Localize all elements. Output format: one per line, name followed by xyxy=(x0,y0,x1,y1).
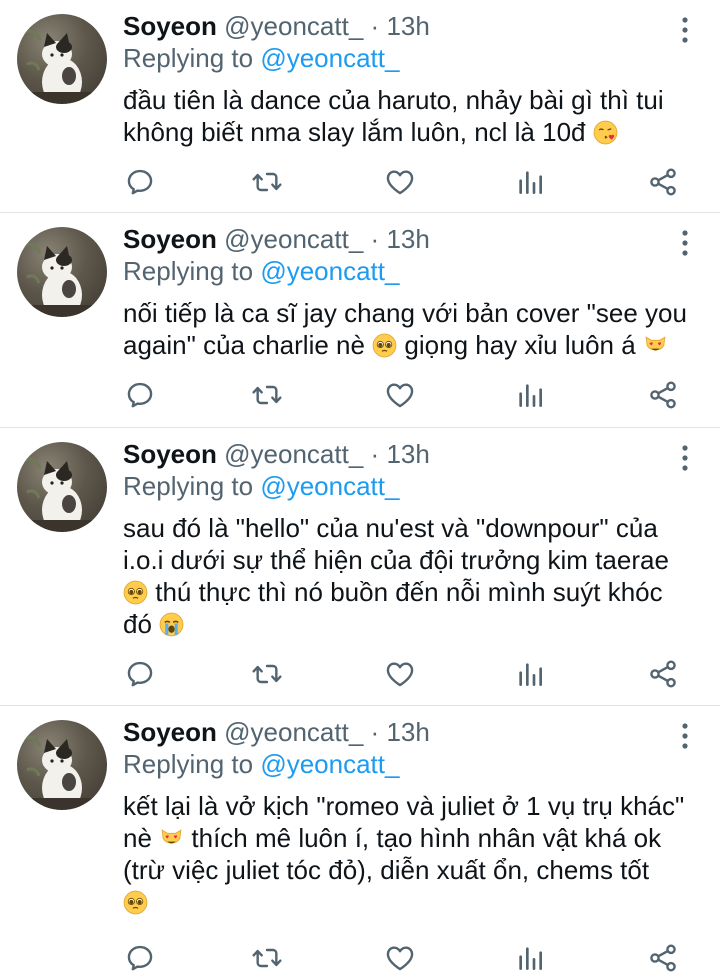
reply-icon[interactable] xyxy=(123,658,157,690)
timestamp[interactable]: 13h xyxy=(386,11,429,41)
like-icon[interactable] xyxy=(383,379,417,411)
tweet-header: Soyeon @yeoncatt_ · 13h xyxy=(123,223,690,255)
analytics-icon[interactable] xyxy=(513,658,547,690)
author-handle[interactable]: @yeoncatt_ xyxy=(224,439,363,469)
replying-to-link[interactable]: @yeoncatt_ xyxy=(260,43,399,73)
tweet-text-line: đó xyxy=(123,609,152,639)
tweet-header: Soyeon @yeoncatt_ · 13h xyxy=(123,438,690,470)
replying-label: Replying to xyxy=(123,749,254,779)
retweet-icon[interactable] xyxy=(250,379,284,411)
tweet[interactable]: Soyeon @yeoncatt_ · 13h Replying to @yeo… xyxy=(0,0,720,213)
action-bar xyxy=(123,166,680,198)
replying-to: Replying to @yeoncatt_ xyxy=(123,255,690,287)
avatar[interactable] xyxy=(17,442,107,532)
share-icon[interactable] xyxy=(646,379,680,411)
action-bar xyxy=(123,942,680,974)
like-icon[interactable] xyxy=(383,166,417,198)
reply-icon[interactable] xyxy=(123,942,157,974)
tweet-text-line: thú thực thì nó buồn đến nỗi mình suýt k… xyxy=(155,577,663,607)
heart-eyes-cat-emoji xyxy=(645,336,666,351)
tweet-text-line: đầu tiên là dance của haruto, nhảy bài g… xyxy=(123,85,664,115)
tweet-header: Soyeon @yeoncatt_ · 13h xyxy=(123,716,690,748)
separator-dot: · xyxy=(370,11,380,41)
heart-eyes-cat-emoji xyxy=(161,829,182,844)
pleading-face-emoji xyxy=(372,333,397,358)
avatar[interactable] xyxy=(17,720,107,810)
tweet-text: nối tiếp là ca sĩ jay chang với bản cove… xyxy=(123,297,690,361)
replying-to-link[interactable]: @yeoncatt_ xyxy=(260,471,399,501)
separator-dot: · xyxy=(370,439,380,469)
replying-to: Replying to @yeoncatt_ xyxy=(123,470,690,502)
tweet[interactable]: Soyeon @yeoncatt_ · 13h Replying to @yeo… xyxy=(0,706,720,975)
timestamp[interactable]: 13h xyxy=(386,439,429,469)
more-options-icon[interactable] xyxy=(680,444,690,472)
author-name[interactable]: Soyeon xyxy=(123,439,217,469)
analytics-icon[interactable] xyxy=(513,942,547,974)
avatar[interactable] xyxy=(17,227,107,317)
tweet-text-line: kết lại là vở kịch "romeo và juliet ở 1 … xyxy=(123,791,685,821)
tweet-text: kết lại là vở kịch "romeo và juliet ở 1 … xyxy=(123,790,690,918)
tweet-text: đầu tiên là dance của haruto, nhảy bài g… xyxy=(123,84,690,148)
pleading-face-emoji xyxy=(123,890,148,915)
analytics-icon[interactable] xyxy=(513,379,547,411)
tweet-text: sau đó là "hello" của nu'est và "downpou… xyxy=(123,512,690,640)
author-name[interactable]: Soyeon xyxy=(123,717,217,747)
tweet-text-line: i.o.i dưới sự thể hiện của đội trưởng ki… xyxy=(123,545,669,575)
replying-to: Replying to @yeoncatt_ xyxy=(123,42,690,74)
author-handle[interactable]: @yeoncatt_ xyxy=(224,11,363,41)
more-options-icon[interactable] xyxy=(680,722,690,750)
separator-dot: · xyxy=(370,717,380,747)
tweet-text-line: (trừ việc juliet tóc đỏ), diễn xuất ổn, … xyxy=(123,855,650,885)
timestamp[interactable]: 13h xyxy=(386,224,429,254)
loudly-crying-face-emoji xyxy=(159,612,184,637)
reply-icon[interactable] xyxy=(123,379,157,411)
replying-label: Replying to xyxy=(123,43,254,73)
share-icon[interactable] xyxy=(646,166,680,198)
retweet-icon[interactable] xyxy=(250,658,284,690)
action-bar xyxy=(123,379,680,411)
retweet-icon[interactable] xyxy=(250,166,284,198)
tweet-text-line: thích mê luôn í, tạo hình nhân vật khá o… xyxy=(191,823,662,853)
replying-label: Replying to xyxy=(123,256,254,286)
analytics-icon[interactable] xyxy=(513,166,547,198)
replying-to: Replying to @yeoncatt_ xyxy=(123,748,690,780)
like-icon[interactable] xyxy=(383,942,417,974)
author-name[interactable]: Soyeon xyxy=(123,11,217,41)
author-handle[interactable]: @yeoncatt_ xyxy=(224,224,363,254)
tweet[interactable]: Soyeon @yeoncatt_ · 13h Replying to @yeo… xyxy=(0,428,720,706)
replying-label: Replying to xyxy=(123,471,254,501)
replying-to-link[interactable]: @yeoncatt_ xyxy=(260,749,399,779)
pleading-face-emoji xyxy=(123,580,148,605)
tweet[interactable]: Soyeon @yeoncatt_ · 13h Replying to @yeo… xyxy=(0,213,720,428)
like-icon[interactable] xyxy=(383,658,417,690)
tweet-content: Soyeon @yeoncatt_ · 13h Replying to @yeo… xyxy=(123,223,690,361)
action-bar xyxy=(123,658,680,690)
tweet-header: Soyeon @yeoncatt_ · 13h xyxy=(123,10,690,42)
tweet-text-line: again" của charlie nè xyxy=(123,330,365,360)
avatar[interactable] xyxy=(17,14,107,104)
face-blowing-kiss-emoji xyxy=(593,120,618,145)
more-options-icon[interactable] xyxy=(680,229,690,257)
tweet-text-line: nối tiếp là ca sĩ jay chang với bản cove… xyxy=(123,298,687,328)
tweet-text-line: không biết nma slay lắm luôn, ncl là 10đ xyxy=(123,117,586,147)
tweet-text-line: nè xyxy=(123,823,152,853)
timestamp[interactable]: 13h xyxy=(386,717,429,747)
tweet-content: Soyeon @yeoncatt_ · 13h Replying to @yeo… xyxy=(123,438,690,640)
share-icon[interactable] xyxy=(646,942,680,974)
tweet-text-line: sau đó là "hello" của nu'est và "downpou… xyxy=(123,513,658,543)
author-handle[interactable]: @yeoncatt_ xyxy=(224,717,363,747)
tweet-content: Soyeon @yeoncatt_ · 13h Replying to @yeo… xyxy=(123,10,690,148)
replying-to-link[interactable]: @yeoncatt_ xyxy=(260,256,399,286)
more-options-icon[interactable] xyxy=(680,16,690,44)
separator-dot: · xyxy=(370,224,380,254)
tweet-text-line: giọng hay xỉu luôn á xyxy=(404,330,636,360)
reply-icon[interactable] xyxy=(123,166,157,198)
retweet-icon[interactable] xyxy=(250,942,284,974)
author-name[interactable]: Soyeon xyxy=(123,224,217,254)
share-icon[interactable] xyxy=(646,658,680,690)
tweet-content: Soyeon @yeoncatt_ · 13h Replying to @yeo… xyxy=(123,716,690,918)
